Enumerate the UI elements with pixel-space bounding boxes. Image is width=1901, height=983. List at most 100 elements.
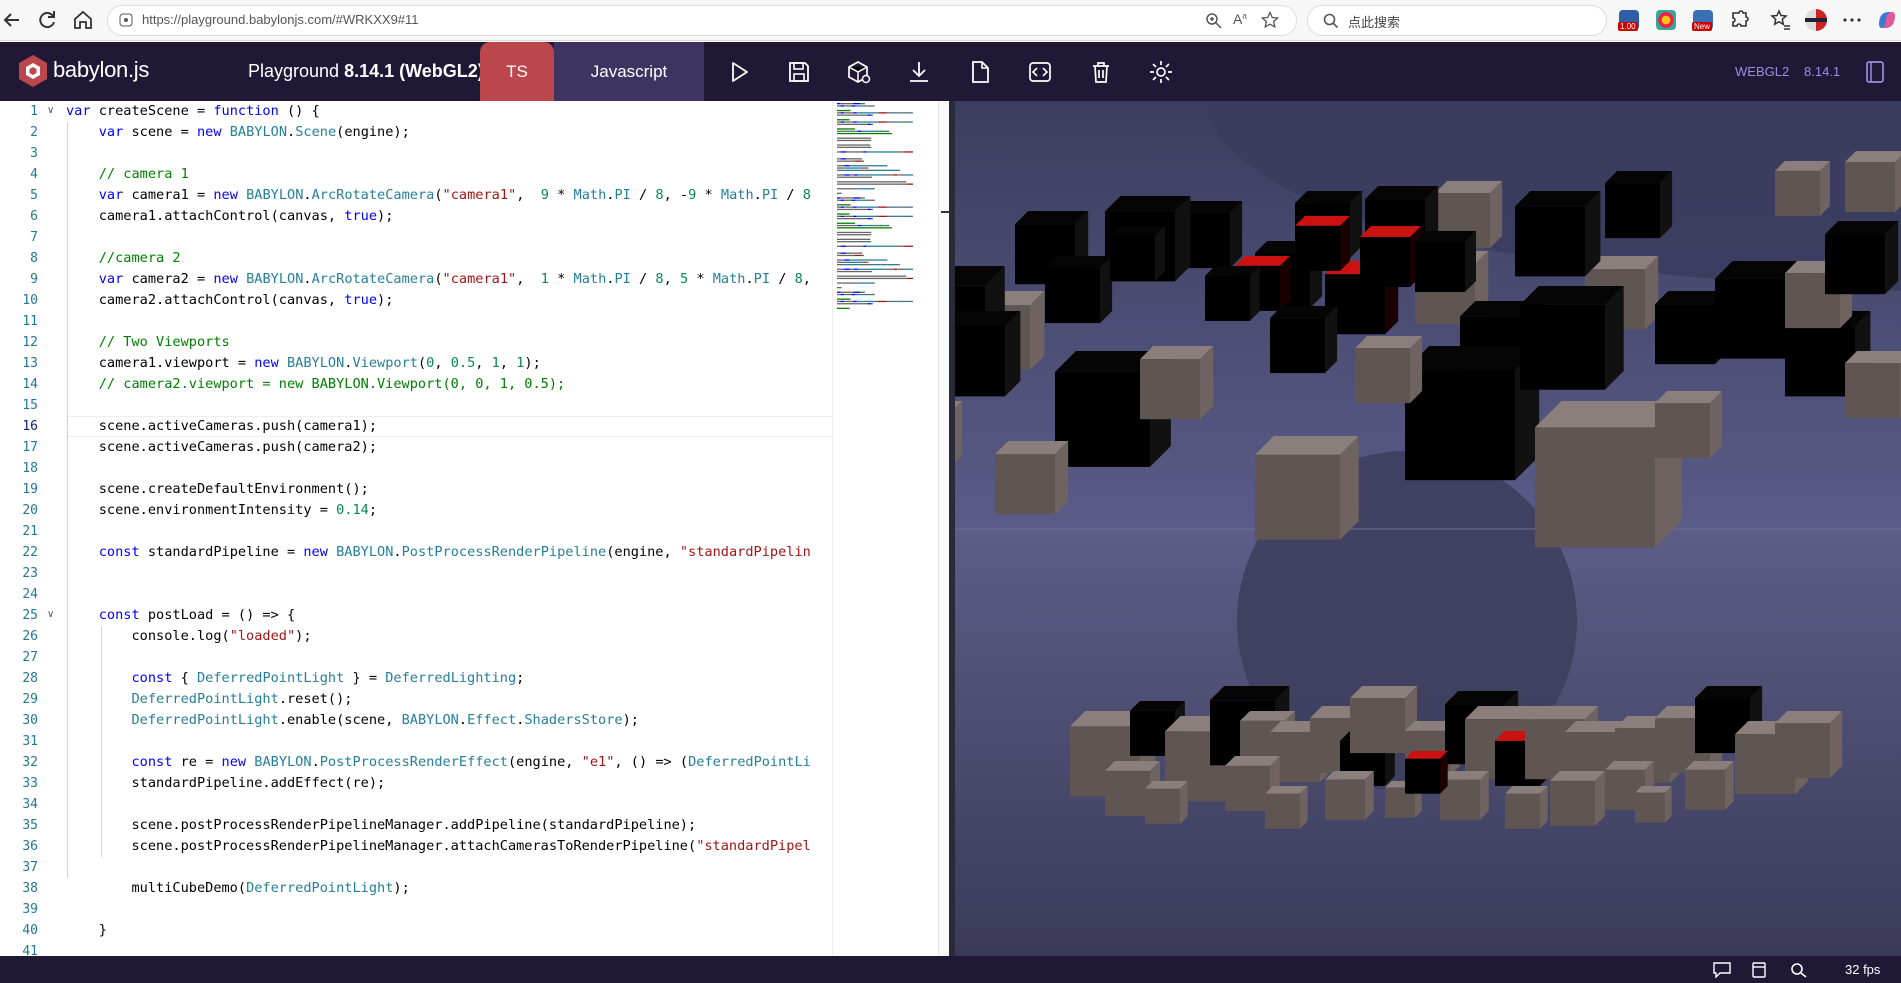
minimap-line <box>896 151 905 153</box>
code-line[interactable]: const postLoad = () => { <box>66 605 295 626</box>
extension-2-icon[interactable] <box>1656 10 1676 30</box>
code-token: 8 <box>802 187 811 203</box>
back-icon[interactable] <box>0 8 24 32</box>
code-line[interactable]: scene.postProcessRenderPipelineManager.a… <box>66 836 810 857</box>
code-line[interactable]: const re = new BABYLON.PostProcessRender… <box>66 752 810 773</box>
minimap-line <box>878 121 887 123</box>
code-line[interactable]: scene.environmentIntensity = 0.14; <box>66 500 377 521</box>
minimap-line <box>837 293 841 296</box>
line-number: 7 <box>30 230 38 245</box>
minimap-line <box>877 300 879 303</box>
minimap-line <box>837 204 851 206</box>
code-minimap[interactable] <box>832 101 938 956</box>
code-token: BABYLON <box>229 124 288 140</box>
code-line[interactable]: // camera 1 <box>66 164 189 185</box>
tab-javascript[interactable]: Javascript <box>554 42 704 101</box>
minimap-line <box>851 165 868 167</box>
minimap-line <box>856 215 864 217</box>
code-line[interactable]: var createScene = function () { <box>66 101 320 122</box>
format-code-icon[interactable] <box>1027 59 1053 85</box>
minimap-line <box>837 208 868 211</box>
code-line[interactable]: camera1.attachControl(canvas, true); <box>66 206 394 227</box>
render-canvas[interactable] <box>955 101 1901 956</box>
examples-panel-icon[interactable] <box>1864 60 1890 86</box>
fold-chevron-icon[interactable]: ∨ <box>47 105 54 116</box>
cube-face <box>1520 304 1605 390</box>
minimap-line <box>840 300 845 303</box>
code-token: var <box>66 103 99 119</box>
profile-icon[interactable] <box>1804 8 1828 32</box>
minimap-line <box>877 215 879 217</box>
read-aloud-icon[interactable]: Aa <box>1233 11 1247 27</box>
code-line[interactable]: scene.activeCameras.push(camera2); <box>66 437 377 458</box>
favorite-star-icon[interactable] <box>1260 10 1280 33</box>
minimap-line <box>844 300 854 303</box>
code-line[interactable]: scene.postProcessRenderPipelineManager.a… <box>66 815 696 836</box>
run-icon[interactable] <box>726 59 752 85</box>
code-token: DeferredPointLight <box>131 712 279 728</box>
home-icon[interactable] <box>71 8 95 32</box>
docs-icon[interactable] <box>1750 962 1768 978</box>
settings-gear-icon[interactable] <box>1148 59 1174 85</box>
minimap-line <box>861 199 863 201</box>
code-line[interactable]: multiCubeDemo(DeferredPointLight); <box>66 878 409 899</box>
code-line[interactable]: //camera 2 <box>66 248 181 269</box>
minimap-line <box>863 245 867 247</box>
code-token: scene.postProcessRenderPipelineManager.a… <box>66 838 697 854</box>
new-file-icon[interactable] <box>967 59 993 85</box>
code-line[interactable]: var scene = new BABYLON.Scene(engine); <box>66 122 410 143</box>
minimap-line <box>837 218 868 220</box>
minimap-line <box>853 103 861 105</box>
line-number-gutter: 1 ∨ 2 3 4 5 6 7 8 9 10 11 12 13 14 15 16 17 18 19 20 21 22 23 24… <box>0 101 66 956</box>
search-box[interactable]: 点此搜索 <box>1307 5 1607 36</box>
code-line[interactable]: var camera1 = new BABYLON.ArcRotateCamer… <box>66 185 811 206</box>
version-label[interactable]: 8.14.1 <box>1804 64 1840 79</box>
code-token: , <box>516 187 541 203</box>
code-line[interactable]: var camera2 = new BABYLON.ArcRotateCamer… <box>66 269 811 290</box>
minimap-line <box>844 215 854 217</box>
code-line[interactable]: DeferredPointLight.enable(scene, BABYLON… <box>66 710 638 731</box>
code-line[interactable]: // Two Viewports <box>66 332 230 353</box>
download-icon[interactable] <box>906 59 932 85</box>
footer-search-icon[interactable] <box>1790 962 1808 978</box>
code-line[interactable]: const standardPipeline = new BABYLON.Pos… <box>66 542 811 563</box>
code-line[interactable]: // camera2.viewport = new BABYLON.Viewpo… <box>66 374 566 395</box>
refresh-icon[interactable] <box>35 8 59 32</box>
editor-scrollbar[interactable] <box>938 101 950 956</box>
inspector-icon[interactable] <box>846 59 872 85</box>
code-line[interactable]: camera2.attachControl(canvas, true); <box>66 290 394 311</box>
code-line[interactable]: camera1.viewport = new BABYLON.Viewport(… <box>66 353 541 374</box>
site-info-icon[interactable] <box>118 12 134 32</box>
fold-chevron-icon[interactable]: ∨ <box>47 609 54 620</box>
babylon-logo-icon[interactable] <box>17 54 49 88</box>
extensions-icon[interactable] <box>1728 8 1752 32</box>
minimap-line <box>870 146 872 148</box>
more-icon[interactable] <box>1840 8 1864 32</box>
code-line[interactable]: scene.activeCameras.push(camera1); <box>66 416 377 437</box>
favorites-icon[interactable] <box>1768 8 1792 32</box>
code-line[interactable]: } <box>66 920 107 941</box>
minimap-line <box>904 151 913 153</box>
save-icon[interactable] <box>786 59 812 85</box>
code-line[interactable]: standardPipeline.addEffect(re); <box>66 773 385 794</box>
cube-face <box>1325 779 1365 820</box>
tab-typescript[interactable]: TS <box>480 42 554 101</box>
engine-label[interactable]: WEBGL2 <box>1735 64 1789 79</box>
code-line[interactable]: scene.createDefaultEnvironment(); <box>66 479 369 500</box>
code-editor[interactable]: 1 ∨ 2 3 4 5 6 7 8 9 10 11 12 13 14 15 16 17 18 19 20 21 22 23 24… <box>0 101 949 956</box>
brand-name[interactable]: babylon.js <box>53 57 149 83</box>
minimap-line <box>857 224 862 227</box>
code-line[interactable]: const { DeferredPointLight } = DeferredL… <box>66 668 524 689</box>
minimap-line <box>899 112 902 114</box>
code-line[interactable]: DeferredPointLight.reset(); <box>66 689 352 710</box>
code-line[interactable]: console.log("loaded"); <box>66 626 311 647</box>
minimap-line <box>837 254 855 257</box>
clear-trash-icon[interactable] <box>1088 59 1114 85</box>
zoom-icon[interactable] <box>1205 12 1223 34</box>
copilot-icon[interactable] <box>1875 8 1899 32</box>
feedback-icon[interactable] <box>1712 962 1731 979</box>
address-bar[interactable]: https://playground.babylonjs.com/#WRKXX9… <box>107 5 1297 36</box>
minimap-line <box>837 181 907 183</box>
minimap-line <box>837 245 841 247</box>
code-token: const <box>98 544 148 560</box>
